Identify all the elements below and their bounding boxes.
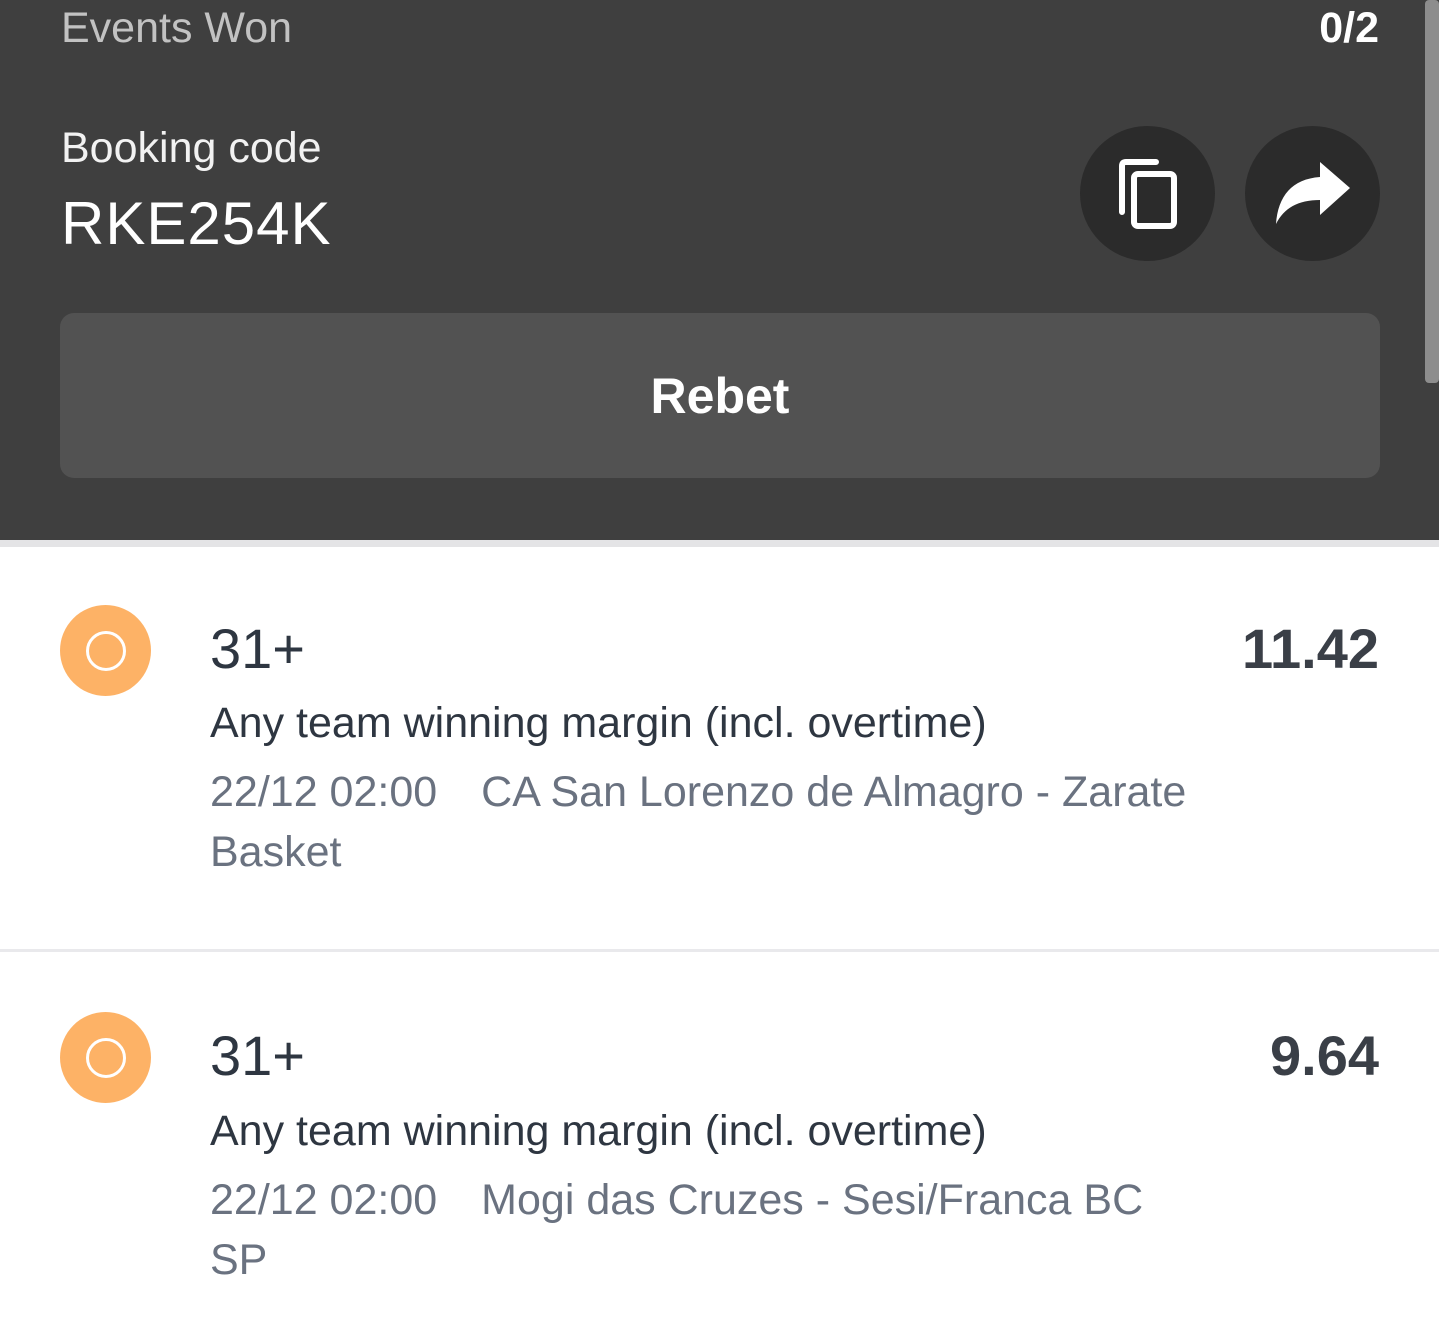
- event-odds: 9.64: [1270, 1024, 1379, 1087]
- event-time: 22/12 02:00: [210, 768, 438, 816]
- event-pick: 31+: [210, 617, 305, 680]
- event-row: 31+ 11.42 Any team winning margin (incl.…: [0, 547, 1439, 949]
- events-won-label: Events Won: [61, 4, 293, 52]
- event-row: 31+ 9.64 Any team winning margin (incl. …: [0, 952, 1439, 1322]
- share-button[interactable]: [1245, 126, 1380, 261]
- panel-divider: [0, 540, 1439, 547]
- event-market: Any team winning margin (incl. overtime): [210, 1107, 987, 1155]
- scrollbar-thumb[interactable]: [1425, 0, 1439, 383]
- event-odds: 11.42: [1241, 617, 1379, 680]
- events-won-value: 0/2: [1319, 4, 1379, 52]
- rebet-button[interactable]: Rebet: [60, 313, 1380, 478]
- pending-status-icon: [60, 1012, 151, 1103]
- booking-code-value: RKE254K: [61, 190, 332, 257]
- share-icon: [1275, 161, 1350, 224]
- copy-booking-code-button[interactable]: [1080, 126, 1215, 261]
- copy-icon: [1118, 158, 1177, 229]
- event-time: 22/12 02:00: [210, 1176, 438, 1224]
- pending-status-icon: [60, 605, 151, 696]
- bet-details-page: Events Won 0/2 Booking code RKE254K Rebe…: [0, 0, 1439, 1322]
- bet-summary-panel: Events Won 0/2 Booking code RKE254K Rebe…: [0, 0, 1439, 540]
- event-market: Any team winning margin (incl. overtime): [210, 699, 987, 747]
- event-match-info: 22/12 02:00 CA San Lorenzo de Almagro - Z…: [210, 762, 1210, 882]
- event-pick: 31+: [210, 1024, 305, 1087]
- event-match-info: 22/12 02:00 Mogi das Cruzes - Sesi/Franca…: [210, 1170, 1210, 1290]
- booking-code-label: Booking code: [61, 124, 322, 172]
- rebet-button-label: Rebet: [650, 367, 790, 424]
